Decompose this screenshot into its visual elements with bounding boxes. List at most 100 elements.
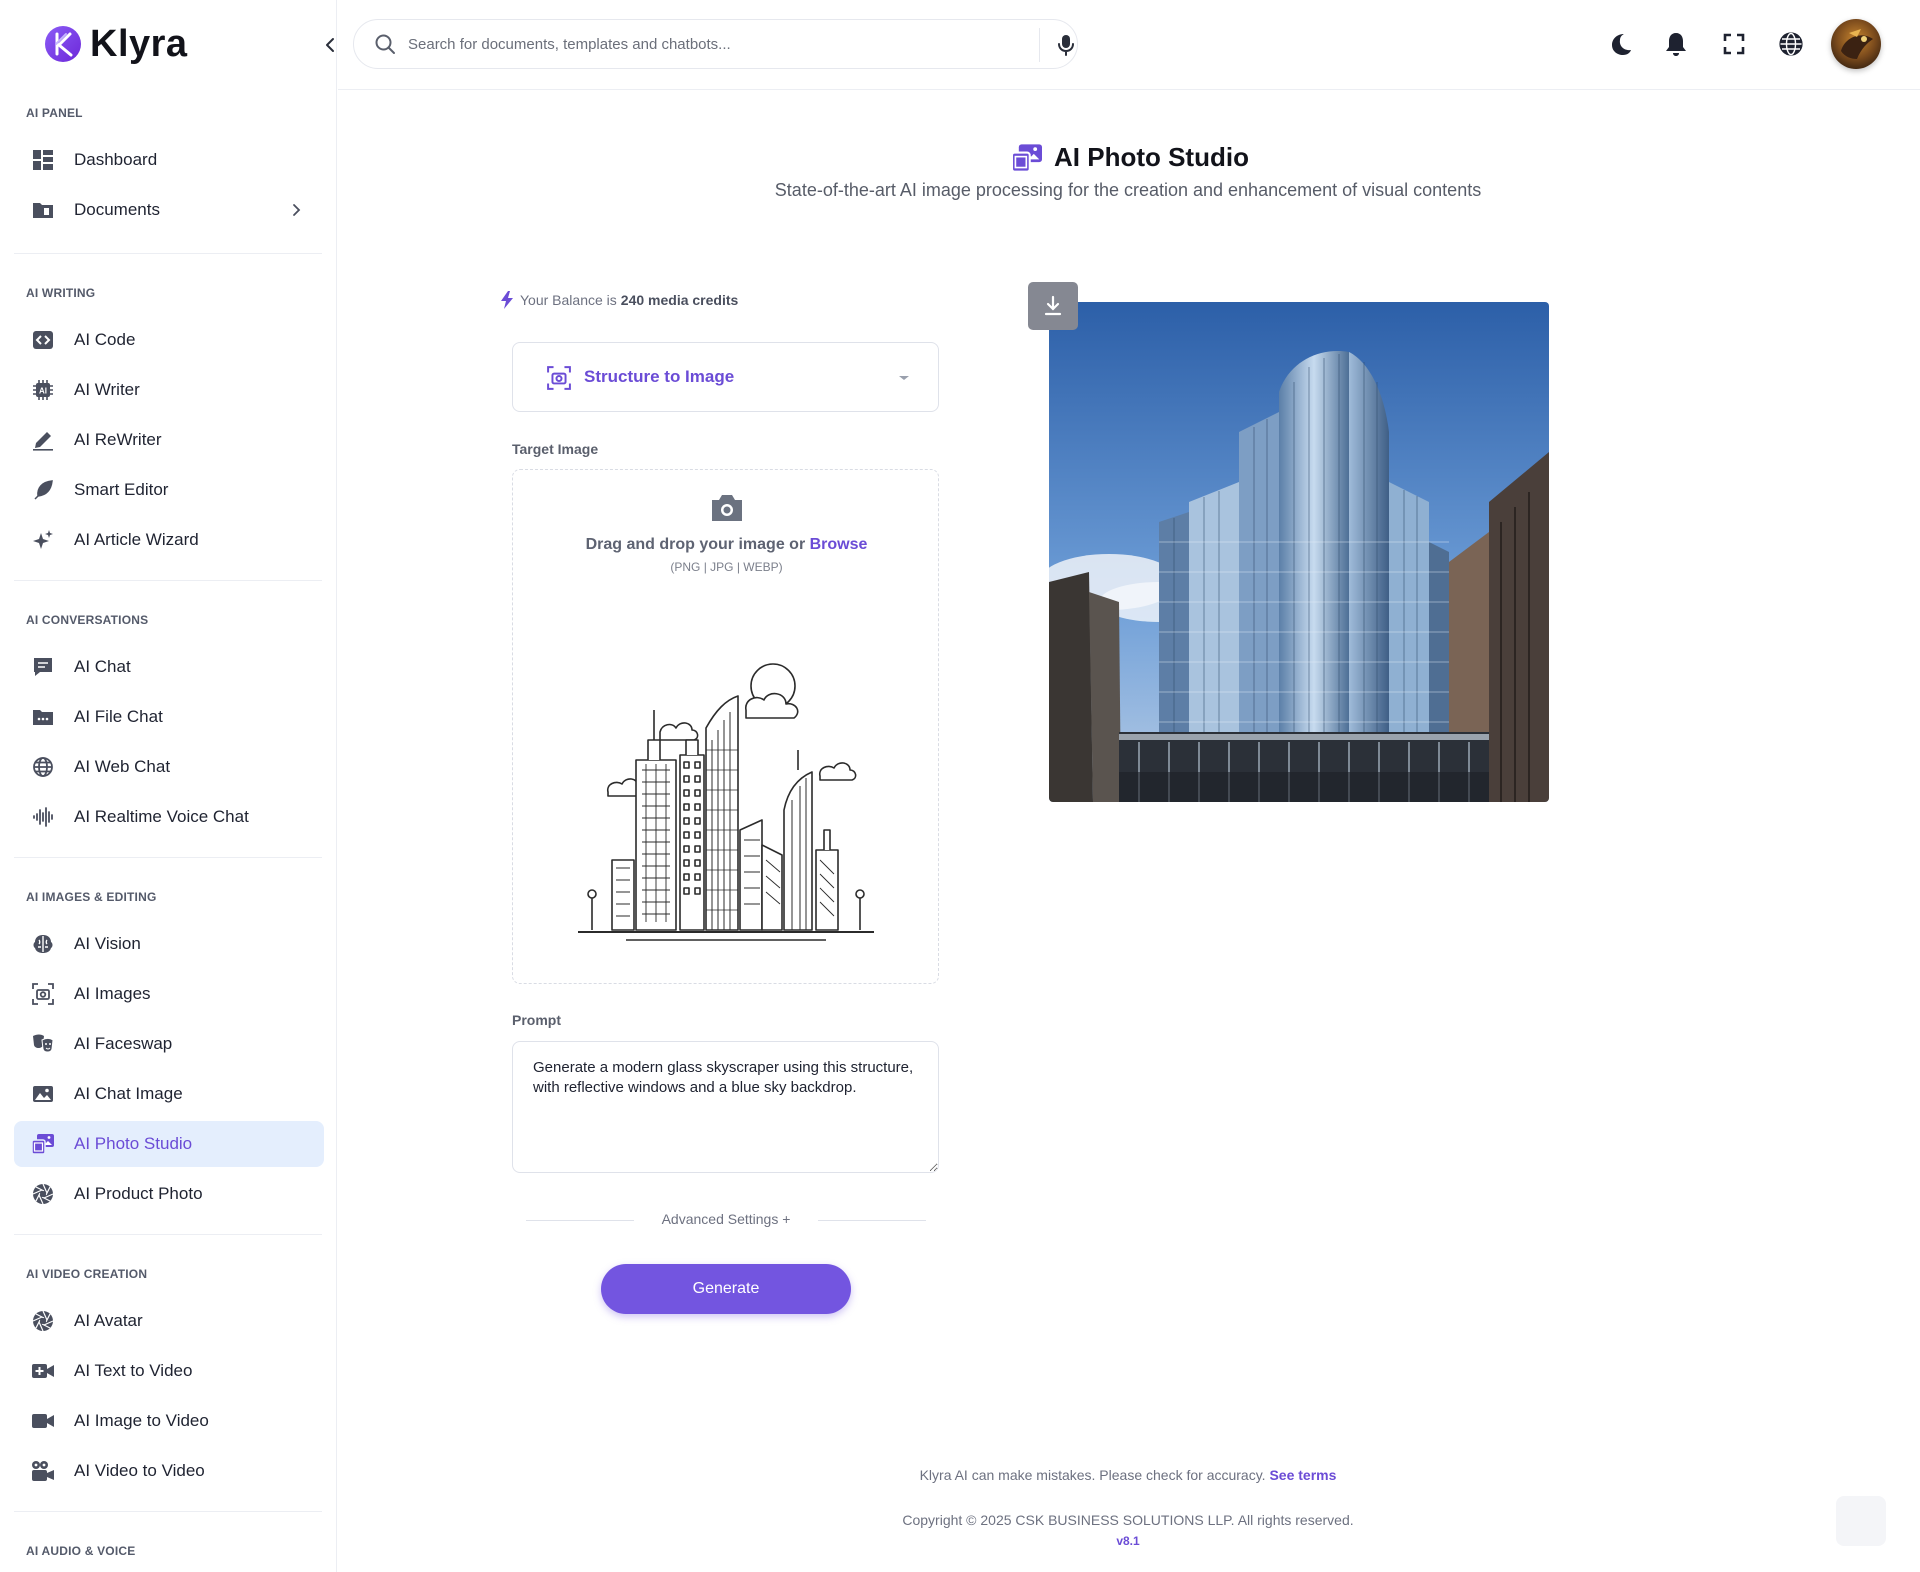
sidebar-item-documents[interactable]: Documents [14,187,324,233]
brain-icon [30,931,56,957]
sidebar-item-ai-product-photo[interactable]: AI Product Photo [14,1171,324,1217]
photo-studio-icon [1010,143,1042,173]
sidebar-divider [14,857,322,858]
sidebar-item-label: AI Product Photo [74,1184,203,1203]
video-plus-icon [30,1358,56,1384]
fullscreen-icon[interactable] [1720,30,1748,58]
klyra-logo-icon [45,26,81,62]
chevron-left-icon [326,38,334,52]
image-dropzone[interactable]: Drag and drop your image or Browse (PNG … [512,469,939,984]
prompt-textarea[interactable]: Generate a modern glass skyscraper using… [512,1041,939,1173]
sidebar-item-smart-editor[interactable]: Smart Editor [14,467,324,513]
file-folder-icon [30,704,56,730]
code-icon [30,327,56,353]
sidebar-item-ai-chat-image[interactable]: AI Chat Image [14,1071,324,1117]
sidebar-item-label: AI Chat Image [74,1084,183,1103]
generated-image[interactable] [1049,302,1549,802]
collapse-sidebar-button[interactable] [320,34,336,56]
microphone-icon[interactable] [1054,33,1078,57]
masks-icon [30,1031,56,1057]
pen-icon [30,427,56,453]
dark-mode-moon-icon[interactable] [1606,30,1634,58]
film-camera-icon [30,1458,56,1484]
section-title-ai-video-creation: AI VIDEO CREATION [26,1267,148,1281]
page-subtitle: State-of-the-art AI image processing for… [774,180,1482,200]
section-title-ai-writing: AI WRITING [26,286,96,300]
sidebar-item-label: AI Writer [74,380,140,399]
sidebar-item-ai-article-wizard[interactable]: AI Article Wizard [14,517,324,563]
browse-link[interactable]: Browse [810,536,868,553]
target-image-label: Target Image [512,441,599,457]
sidebar-item-label: AI Chat [74,657,131,676]
generate-button[interactable]: Generate [601,1264,851,1314]
disclaimer-text: Klyra AI can make mistakes. Please check… [919,1467,1266,1483]
user-avatar[interactable] [1831,19,1881,69]
image-icon [30,1081,56,1107]
camera-frame-icon [30,981,56,1007]
sidebar-item-ai-photo-studio[interactable]: AI Photo Studio [14,1121,324,1167]
dropzone-text: Drag and drop your image or Browse [513,536,940,554]
camera-icon [712,495,742,521]
aperture-icon [30,1181,56,1207]
sidebar-item-ai-faceswap[interactable]: AI Faceswap [14,1021,324,1067]
sidebar-item-label: AI Faceswap [74,1034,173,1053]
sidebar-item-ai-video-to-video[interactable]: AI Video to Video [14,1448,324,1494]
section-title-ai-conversations: AI CONVERSATIONS [26,613,149,627]
search-divider [1039,28,1040,62]
balance-value: 240 media credits [620,292,739,308]
prompt-label: Prompt [512,1012,561,1028]
search-bar[interactable] [353,19,1078,69]
sidebar-item-ai-rewriter[interactable]: AI ReWriter [14,417,324,463]
sidebar-item-ai-chat[interactable]: AI Chat [14,644,324,690]
mode-select[interactable]: Structure to Image [512,342,939,412]
sidebar-item-ai-vision[interactable]: AI Vision [14,921,324,967]
see-terms-link[interactable]: See terms [1269,1467,1336,1483]
sidebar-item-ai-web-chat[interactable]: AI Web Chat [14,744,324,790]
sidebar-item-ai-image-to-video[interactable]: AI Image to Video [14,1398,324,1444]
sidebar-item-label: AI Photo Studio [74,1134,193,1153]
language-globe-icon[interactable] [1777,30,1805,58]
sidebar-item-ai-images[interactable]: AI Images [14,971,324,1017]
advanced-settings-toggle[interactable]: Advanced Settings + [526,1211,926,1231]
page-title-row: AI Photo Studio [1010,142,1249,173]
folder-icon [30,197,56,223]
sidebar-item-label: AI Video to Video [74,1461,205,1480]
sidebar-item-label: AI Web Chat [74,757,171,776]
sidebar-item-ai-avatar[interactable]: AI Avatar [14,1298,324,1344]
accepted-formats: (PNG | JPG | WEBP) [670,560,783,574]
sidebar-item-ai-code[interactable]: AI Code [14,317,324,363]
download-button[interactable] [1028,282,1078,330]
sidebar-divider [14,253,322,254]
svg-text:AI: AI [39,387,47,396]
sidebar-item-label: AI ReWriter [74,430,162,449]
search-input[interactable] [408,35,988,53]
sidebar-item-ai-file-chat[interactable]: AI File Chat [14,694,324,740]
scroll-to-top-button[interactable] [1836,1496,1886,1546]
divider-line [818,1220,926,1221]
caret-down-icon [899,376,909,380]
sidebar-divider [14,580,322,581]
sidebar-item-ai-realtime-voice-chat[interactable]: AI Realtime Voice Chat [14,794,324,840]
sidebar-divider [14,1234,322,1235]
sidebar-item-ai-text-to-video[interactable]: AI Text to Video [14,1348,324,1394]
sidebar-item-label: AI Avatar [74,1311,143,1330]
brand-logo[interactable]: Klyra [44,23,188,65]
sidebar-item-dashboard[interactable]: Dashboard [14,137,324,183]
page-title: AI Photo Studio [1054,142,1249,172]
top-bar [338,0,1920,90]
sidebar-item-label: AI Text to Video [74,1361,193,1380]
city-sketch-illustration [578,663,874,941]
sidebar-divider [14,1511,322,1512]
sidebar-item-label: AI Article Wizard [74,530,199,549]
sidebar-item-label: AI Image to Video [74,1411,209,1430]
sidebar-item-label: Documents [74,200,160,219]
download-icon [1044,295,1062,316]
version-label: v8.1 [1116,1534,1140,1548]
aperture-icon [30,1308,56,1334]
notification-bell-icon[interactable] [1662,30,1690,58]
advanced-settings-label[interactable]: Advanced Settings + [526,1211,926,1227]
sidebar-item-ai-writer[interactable]: AI AI Writer [14,367,324,413]
drop-instruction: Drag and drop your image or [585,536,806,553]
globe-icon [30,754,56,780]
camera-frame-icon [547,366,571,390]
